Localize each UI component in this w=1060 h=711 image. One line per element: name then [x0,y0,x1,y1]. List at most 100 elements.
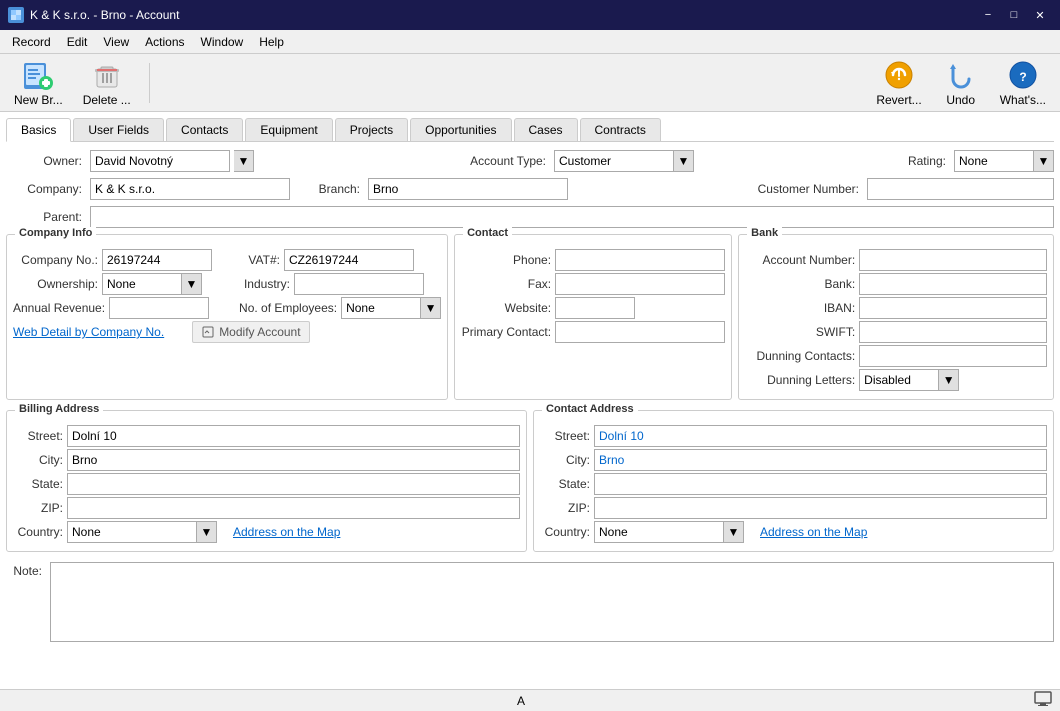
window-controls[interactable]: − □ ✕ [976,6,1052,24]
owner-input[interactable] [90,150,230,172]
contact-state-row: State: [540,473,1047,495]
contact-state-label: State: [540,477,590,491]
billing-zip-label: ZIP: [13,501,63,515]
billing-zip-input[interactable] [67,497,520,519]
menu-edit[interactable]: Edit [59,33,96,51]
company-label: Company: [6,182,86,196]
billing-state-row: State: [13,473,520,495]
close-button[interactable]: ✕ [1028,6,1052,24]
undo-icon [945,59,977,91]
billing-city-label: City: [13,453,63,467]
dunning-letters-arrow[interactable]: ▼ [939,369,959,391]
tab-cases[interactable]: Cases [514,118,578,141]
tab-contacts[interactable]: Contacts [166,118,243,141]
tab-basics[interactable]: Basics [6,118,71,142]
billing-city-input[interactable] [67,449,520,471]
no-employees-input[interactable] [341,297,421,319]
contact-address-section: Contact Address Street: City: State: [533,410,1054,552]
tab-projects[interactable]: Projects [335,118,408,141]
billing-state-input[interactable] [67,473,520,495]
dunning-letters-input[interactable] [859,369,939,391]
new-br-icon [22,59,54,91]
maximize-button[interactable]: □ [1002,6,1026,24]
web-modify-row: Web Detail by Company No. Modify Account [13,321,441,343]
delete-button[interactable]: Delete ... [77,57,137,109]
billing-country-row: Country: ▼ Address on the Map [13,521,520,543]
dunning-contacts-input[interactable] [859,345,1047,367]
bank-content: Account Number: Bank: IBAN: SWIFT: [745,249,1047,391]
contact-country-arrow[interactable]: ▼ [724,521,744,543]
fax-row: Fax: [461,273,725,295]
swift-input[interactable] [859,321,1047,343]
menu-actions[interactable]: Actions [137,33,192,51]
bank-label: Bank: [745,277,855,291]
account-number-input[interactable] [859,249,1047,271]
menu-window[interactable]: Window [193,33,252,51]
web-detail-link[interactable]: Web Detail by Company No. [13,325,164,339]
rating-arrow[interactable]: ▼ [1034,150,1054,172]
row-parent: Parent: [6,206,1054,228]
rating-label: Rating: [900,154,950,168]
billing-street-input[interactable] [67,425,520,447]
tab-equipment[interactable]: Equipment [245,118,332,141]
tab-user-fields[interactable]: User Fields [73,118,164,141]
menu-record[interactable]: Record [4,33,59,51]
modify-account-button[interactable]: Modify Account [192,321,309,343]
undo-button[interactable]: Undo [936,57,986,109]
tabs: Basics User Fields Contacts Equipment Pr… [6,118,1054,142]
phone-row: Phone: [461,249,725,271]
website-input[interactable] [555,297,635,319]
revert-button[interactable]: Revert... [870,57,927,109]
customer-number-input[interactable] [867,178,1054,200]
menu-view[interactable]: View [95,33,137,51]
contact-country-input[interactable] [594,521,724,543]
billing-country-input[interactable] [67,521,197,543]
billing-country-arrow[interactable]: ▼ [197,521,217,543]
billing-address-map-link[interactable]: Address on the Map [233,525,340,539]
phone-input[interactable] [555,249,725,271]
company-info-section: Company Info Company No.: VAT#: Ownershi… [6,234,448,400]
fax-input[interactable] [555,273,725,295]
ownership-input[interactable] [102,273,182,295]
contact-address-map-link[interactable]: Address on the Map [760,525,867,539]
primary-contact-input[interactable] [555,321,725,343]
parent-label: Parent: [6,210,86,224]
phone-label: Phone: [461,253,551,267]
row-owner-type-rating: Owner: ▼ Account Type: ▼ Rating: ▼ [6,150,1054,172]
account-type-arrow[interactable]: ▼ [674,150,694,172]
annual-revenue-input[interactable] [109,297,209,319]
rating-input[interactable] [954,150,1034,172]
menu-help[interactable]: Help [251,33,292,51]
contact-state-input[interactable] [594,473,1047,495]
app-icon [8,7,24,23]
contact-zip-row: ZIP: [540,497,1047,519]
branch-input[interactable] [368,178,568,200]
owner-label: Owner: [6,154,86,168]
no-employees-label: No. of Employees: [237,301,337,315]
new-br-button[interactable]: New Br... [8,57,69,109]
tab-opportunities[interactable]: Opportunities [410,118,511,141]
ownership-arrow[interactable]: ▼ [182,273,202,295]
company-input[interactable] [90,178,290,200]
bank-input[interactable] [859,273,1047,295]
contact-street-input[interactable] [594,425,1047,447]
note-section: Note: [6,562,1054,642]
vat-input[interactable] [284,249,414,271]
iban-input[interactable] [859,297,1047,319]
owner-dropdown-arrow[interactable]: ▼ [234,150,254,172]
company-no-input[interactable] [102,249,212,271]
tab-contracts[interactable]: Contracts [580,118,661,141]
whats-button[interactable]: ? What's... [994,57,1052,109]
row-company-branch: Company: Branch: Customer Number: [6,178,1054,200]
contact-country-container: ▼ [594,521,744,543]
no-employees-arrow[interactable]: ▼ [421,297,441,319]
account-type-input[interactable] [554,150,674,172]
contact-city-input[interactable] [594,449,1047,471]
note-textarea[interactable] [50,562,1054,642]
primary-contact-row: Primary Contact: [461,321,725,343]
industry-input[interactable] [294,273,424,295]
fax-label: Fax: [461,277,551,291]
contact-zip-input[interactable] [594,497,1047,519]
parent-input[interactable] [90,206,1054,228]
minimize-button[interactable]: − [976,6,1000,24]
